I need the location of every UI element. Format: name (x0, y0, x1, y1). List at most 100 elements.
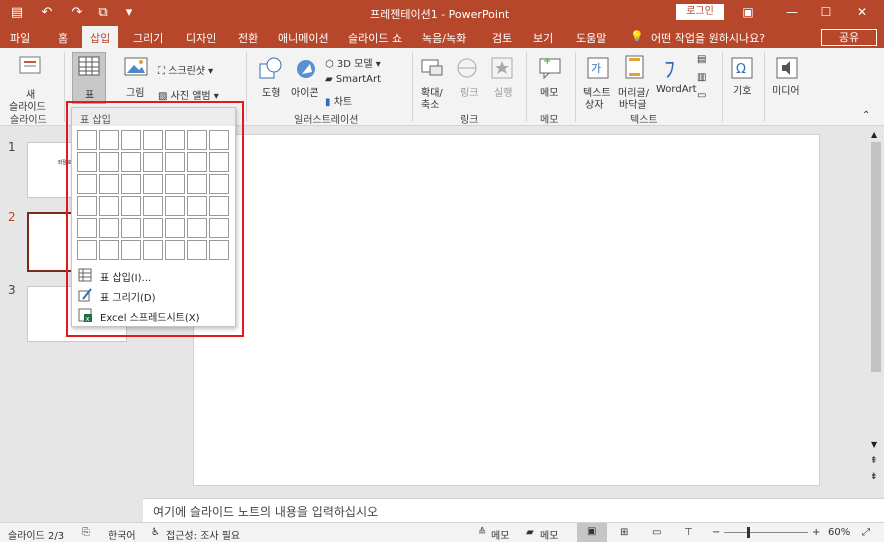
tab-draw[interactable]: 그리기 (133, 30, 163, 46)
chart-button[interactable]: ▮ 차트 (325, 93, 352, 108)
share-button[interactable]: 공유 (821, 29, 877, 46)
shapes-icon[interactable] (258, 56, 284, 82)
ribbon-separator (764, 52, 765, 122)
tab-record[interactable]: 녹음/녹화 (422, 30, 466, 46)
tab-review[interactable]: 검토 (492, 30, 512, 46)
lightbulb-icon: 💡 (630, 30, 644, 43)
zoom-icon[interactable] (420, 56, 446, 80)
tab-insert[interactable]: 삽입 (82, 26, 119, 48)
header-footer-label-2[interactable]: 바닥글 (619, 96, 647, 111)
ribbon-display-icon[interactable]: ▣ (734, 3, 762, 21)
undo-icon[interactable]: ↶ (38, 4, 56, 22)
tab-home[interactable]: 홈 (58, 30, 68, 46)
minimize-button[interactable]: — (778, 3, 806, 21)
action-label[interactable]: 실행 (494, 84, 512, 99)
svg-text:Ω: Ω (736, 62, 746, 77)
header-footer-icon[interactable] (624, 54, 646, 80)
scroll-up-icon[interactable]: ▲ (871, 130, 877, 139)
icons-icon[interactable] (294, 56, 320, 82)
smartart-button[interactable]: ▰ SmartArt (325, 74, 381, 85)
customize-qat-icon[interactable]: ▾ (120, 4, 138, 22)
icons-label[interactable]: 아이콘 (291, 84, 319, 99)
save-icon[interactable]: ▤ (8, 4, 26, 22)
wordart-icon[interactable]: ﾌ (664, 52, 675, 84)
zoom-in-button[interactable]: + (812, 527, 820, 538)
screenshot-button[interactable]: ⛶ 스크린샷 ▾ (158, 62, 213, 77)
vertical-scrollbar[interactable]: ▲ ▼ ⇞ ⇟ (868, 126, 884, 498)
language-indicator[interactable]: 한국어 (108, 527, 136, 542)
tab-view[interactable]: 보기 (533, 30, 553, 46)
login-button[interactable]: 로그인 (676, 4, 724, 20)
close-button[interactable]: ✕ (848, 3, 876, 21)
table-button[interactable]: 표 (72, 52, 106, 104)
chart-label: 차트 (333, 97, 353, 108)
svg-text:가: 가 (591, 62, 601, 75)
tab-file[interactable]: 파일 (10, 30, 30, 46)
spelling-icon[interactable]: ⎘ (82, 527, 90, 538)
tab-design[interactable]: 디자인 (186, 30, 216, 46)
maximize-button[interactable]: ☐ (812, 3, 840, 21)
notes-toggle[interactable]: 메모 (491, 527, 509, 542)
textbox-icon[interactable]: 가 (586, 56, 610, 80)
object-icon[interactable]: ▭ (697, 90, 706, 101)
accessibility-status[interactable]: 접근성: 조사 필요 (166, 527, 240, 542)
notes-toggle-icon[interactable]: ≙ (478, 527, 486, 538)
action-icon[interactable] (490, 56, 514, 80)
highlight-box (66, 101, 244, 337)
shapes-label[interactable]: 도형 (262, 84, 280, 99)
comments-group-label: 메모 (540, 115, 559, 126)
tab-transitions[interactable]: 전환 (238, 30, 258, 46)
tab-help[interactable]: 도움말 (576, 30, 606, 46)
current-slide-canvas[interactable] (193, 134, 820, 486)
normal-view-button[interactable]: ▣ (577, 523, 607, 542)
photo-album-button[interactable]: ▧ 사진 앨범 ▾ (158, 87, 219, 102)
slide-number-icon[interactable]: ▥ (697, 72, 706, 83)
next-slide-icon[interactable]: ⇟ (870, 472, 878, 482)
fit-to-window-icon[interactable]: ⤢ (862, 527, 870, 538)
links-group-label: 링크 (460, 115, 479, 126)
3d-models-button[interactable]: ⬡ 3D 모델 ▾ (325, 55, 381, 70)
slideshow-start-icon[interactable]: ⧉ (94, 4, 112, 22)
new-slide-icon[interactable] (18, 54, 44, 80)
zoom-slider[interactable] (724, 532, 808, 533)
comments-toggle[interactable]: 메모 (540, 527, 558, 542)
ribbon-tabs: 파일 홈 삽입 그리기 디자인 전환 애니메이션 슬라이드 쇼 녹음/녹화 검토… (0, 26, 884, 48)
media-icon[interactable] (775, 56, 799, 80)
previous-slide-icon[interactable]: ⇞ (870, 456, 878, 466)
zoom-out-button[interactable]: − (712, 527, 720, 538)
slideshow-view-icon[interactable]: ⊤ (684, 527, 693, 538)
slide-number-1: 1 (8, 140, 16, 154)
picture-label[interactable]: 그림 (126, 84, 144, 99)
link-label[interactable]: 링크 (460, 84, 478, 99)
slide-editor (143, 126, 868, 498)
date-time-icon[interactable]: ▤ (697, 54, 706, 65)
notes-placeholder: 여기에 슬라이드 노트의 내용을 입력하십시오 (153, 505, 379, 519)
textbox-label-2[interactable]: 상자 (585, 96, 603, 111)
accessibility-icon[interactable]: ♿ (151, 527, 160, 538)
collapse-ribbon-icon[interactable]: ⌃ (862, 110, 870, 121)
symbols-label[interactable]: 기호 (733, 82, 751, 97)
ribbon-separator (412, 52, 413, 122)
slide-sorter-icon[interactable]: ⊞ (620, 527, 628, 538)
zoom-level[interactable]: 60% (828, 527, 850, 538)
link-icon[interactable] (455, 56, 479, 80)
comments-toggle-icon[interactable]: ▰ (526, 527, 534, 538)
tab-animations[interactable]: 애니메이션 (278, 30, 329, 46)
comment-label[interactable]: 메모 (540, 84, 558, 99)
redo-icon[interactable]: ↷ (68, 4, 86, 22)
smartart-icon: ▰ (325, 74, 336, 85)
picture-icon[interactable] (124, 56, 148, 78)
notes-pane[interactable]: 여기에 슬라이드 노트의 내용을 입력하십시오 (143, 498, 884, 522)
scroll-thumb[interactable] (871, 142, 881, 372)
wordart-label[interactable]: WordArt (656, 84, 697, 95)
media-label[interactable]: 미디어 (772, 82, 800, 97)
comment-icon[interactable]: + (537, 54, 563, 80)
symbol-icon[interactable]: Ω (730, 56, 754, 80)
zoom-label-2[interactable]: 축소 (421, 96, 439, 111)
tell-me-search[interactable]: 어떤 작업을 원하시나요? (651, 30, 765, 46)
illustrations-group-label: 일러스트레이션 (294, 115, 359, 126)
reading-view-icon[interactable]: ▭ (652, 527, 661, 538)
tab-slideshow[interactable]: 슬라이드 쇼 (348, 30, 402, 46)
scroll-down-icon[interactable]: ▼ (871, 440, 877, 449)
zoom-slider-thumb[interactable] (747, 527, 750, 538)
